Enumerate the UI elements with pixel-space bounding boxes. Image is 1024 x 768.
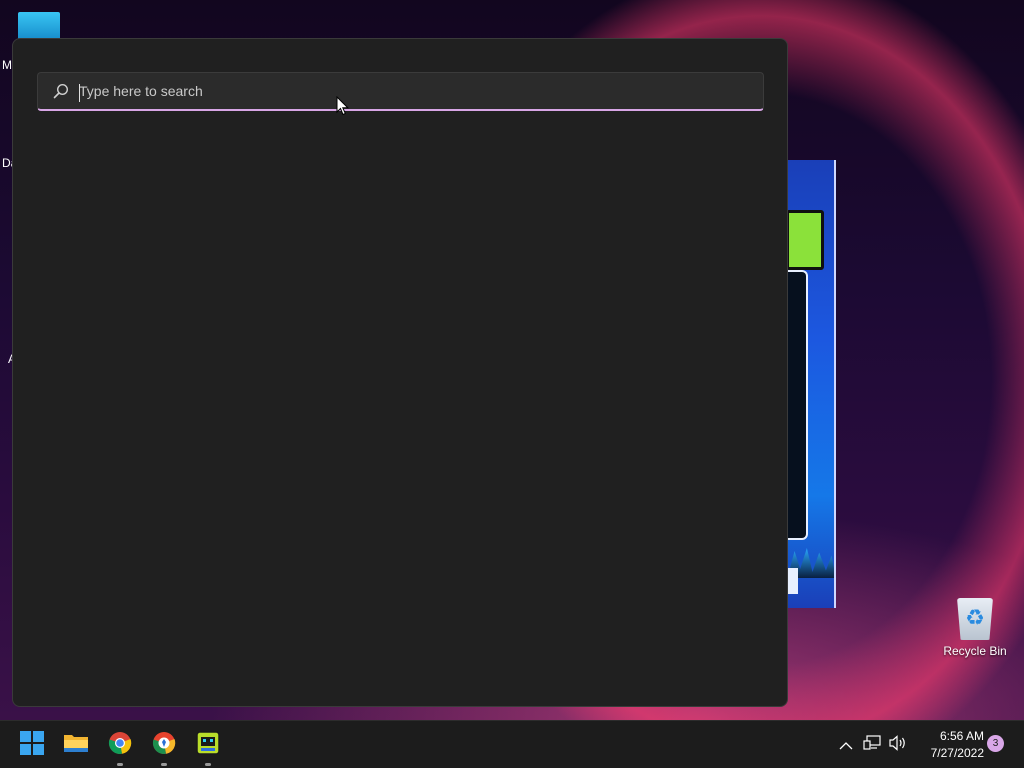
running-indicator: [205, 763, 211, 766]
windows-logo-icon: [20, 731, 44, 759]
recycle-bin[interactable]: Recycle Bin: [940, 598, 1010, 658]
running-indicator: [117, 763, 123, 766]
game-icon: [196, 731, 220, 759]
game-title-art: [786, 210, 824, 270]
search-panel: [12, 38, 788, 707]
volume-button[interactable]: [888, 735, 908, 755]
chrome-icon: [108, 731, 132, 759]
taskbar-browser[interactable]: [148, 729, 180, 766]
search-input[interactable]: [79, 73, 763, 109]
browser-icon: [152, 731, 176, 759]
show-hidden-icons-button[interactable]: [836, 735, 856, 755]
folder-icon: [63, 732, 89, 758]
speaker-icon: [889, 735, 907, 755]
clock[interactable]: 6:56 AM 7/27/2022: [914, 728, 984, 762]
network-button[interactable]: [862, 735, 882, 755]
taskbar-chrome[interactable]: [104, 729, 136, 766]
taskbar-game[interactable]: [192, 729, 224, 766]
start-button[interactable]: [16, 729, 48, 761]
network-icon: [863, 735, 881, 755]
notification-badge[interactable]: 3: [987, 735, 1004, 752]
clock-date: 7/27/2022: [930, 746, 984, 760]
search-icon: [53, 83, 69, 99]
mouse-cursor-icon: [336, 95, 350, 120]
chevron-up-icon: [839, 736, 853, 755]
clock-time: 6:56 AM: [939, 729, 984, 743]
desktop-icon-label-partial: M: [2, 58, 12, 72]
search-box[interactable]: [37, 72, 764, 111]
text-caret: [79, 84, 80, 102]
recycle-bin-icon: [957, 598, 993, 640]
taskbar-file-explorer[interactable]: [60, 729, 92, 761]
taskbar: 6:56 AM 7/27/2022: [0, 720, 1024, 768]
background-game-window[interactable]: [780, 160, 836, 608]
running-indicator: [161, 763, 167, 766]
recycle-bin-label: Recycle Bin: [943, 644, 1007, 658]
